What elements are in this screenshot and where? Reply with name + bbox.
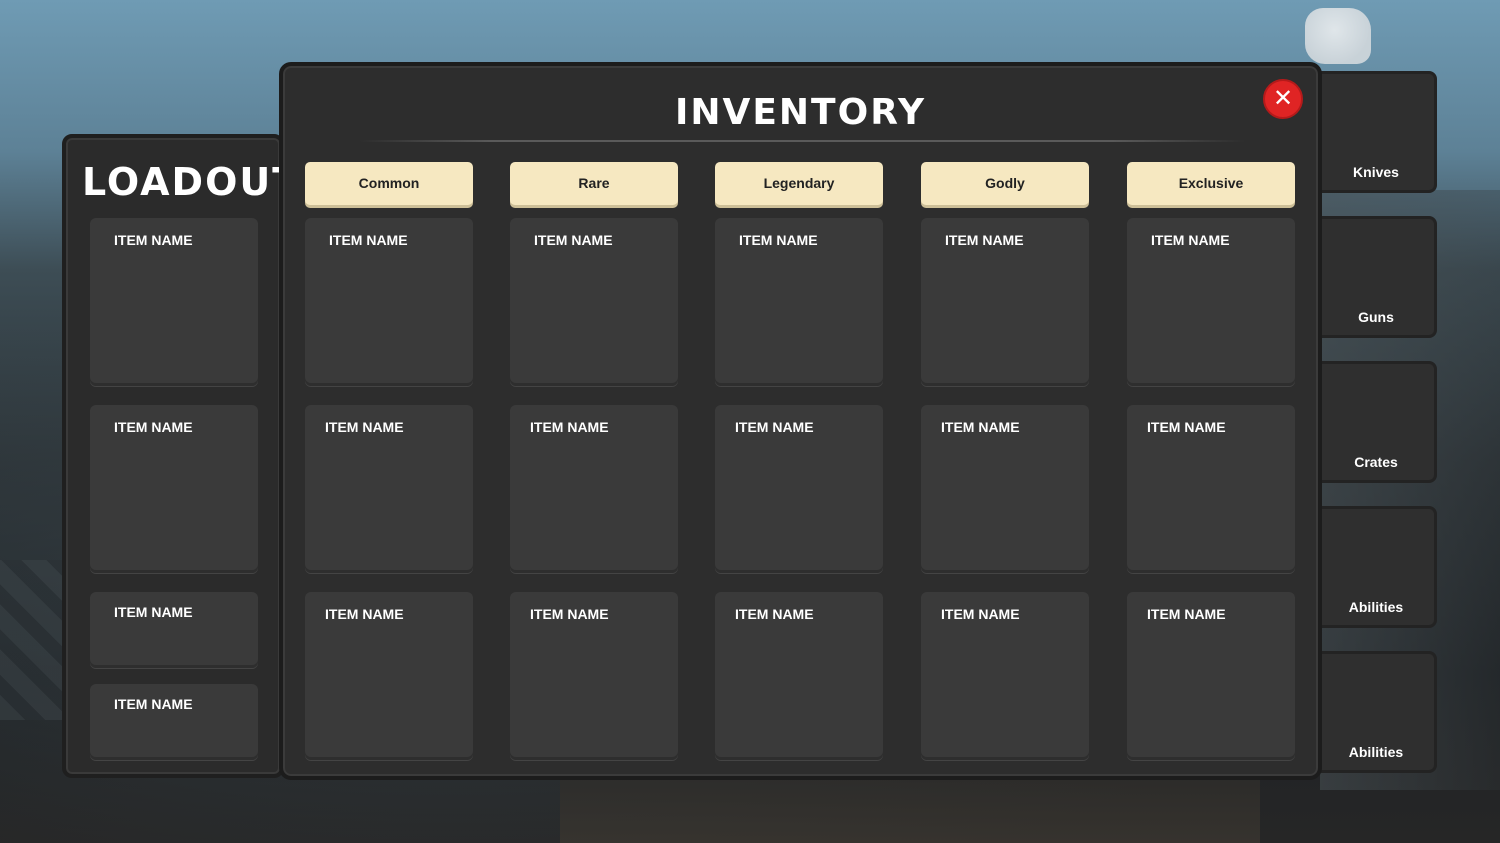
item-name: ITEM NAME: [325, 419, 404, 435]
inventory-item[interactable]: ITEM NAME: [921, 592, 1089, 760]
item-name: ITEM NAME: [735, 606, 814, 622]
category-abilities[interactable]: Abilities: [1320, 506, 1437, 628]
category-guns[interactable]: Guns: [1320, 216, 1437, 338]
inventory-item[interactable]: ITEM NAME: [510, 405, 678, 573]
item-name: ITEM NAME: [945, 232, 1024, 248]
item-name: ITEM NAME: [941, 419, 1020, 435]
inventory-item[interactable]: ITEM NAME: [305, 592, 473, 760]
inventory-item[interactable]: ITEM NAME: [715, 405, 883, 573]
item-name: ITEM NAME: [114, 232, 193, 248]
close-icon[interactable]: ✕: [1263, 79, 1303, 119]
inventory-item[interactable]: ITEM NAME: [921, 218, 1089, 386]
item-name: ITEM NAME: [114, 419, 193, 435]
loadout-slot[interactable]: ITEM NAME: [90, 218, 258, 386]
inventory-item[interactable]: ITEM NAME: [921, 405, 1089, 573]
category-knives[interactable]: Knives: [1320, 71, 1437, 193]
background-cube: [1305, 8, 1371, 64]
category-label: Guns: [1358, 309, 1394, 325]
category-abilities-2[interactable]: Abilities: [1320, 651, 1437, 773]
background-floor: [560, 770, 1260, 843]
item-name: ITEM NAME: [941, 606, 1020, 622]
item-name: ITEM NAME: [1151, 232, 1230, 248]
inventory-panel: INVENTORY ✕ Common Rare Legendary Godly …: [279, 62, 1322, 780]
item-name: ITEM NAME: [1147, 419, 1226, 435]
loadout-title: LOADOUT: [82, 160, 301, 204]
inventory-title: INVENTORY: [674, 92, 927, 133]
item-name: ITEM NAME: [114, 604, 193, 620]
loadout-slot[interactable]: ITEM NAME: [90, 592, 258, 668]
inventory-item[interactable]: ITEM NAME: [1127, 592, 1295, 760]
tab-common[interactable]: Common: [305, 162, 473, 205]
loadout-slot[interactable]: ITEM NAME: [90, 684, 258, 760]
loadout-slot[interactable]: ITEM NAME: [90, 405, 258, 573]
loadout-panel: LOADOUT ITEM NAME ITEM NAME ITEM NAME IT…: [62, 134, 298, 778]
category-label: Abilities: [1348, 599, 1404, 615]
item-name: ITEM NAME: [530, 606, 609, 622]
item-name: ITEM NAME: [325, 606, 404, 622]
tab-godly[interactable]: Godly: [921, 162, 1089, 205]
category-label: Crates: [1354, 454, 1398, 470]
inventory-item[interactable]: ITEM NAME: [715, 592, 883, 760]
inventory-item[interactable]: ITEM NAME: [305, 405, 473, 573]
item-name: ITEM NAME: [739, 232, 818, 248]
item-name: ITEM NAME: [735, 419, 814, 435]
category-label: Knives: [1353, 164, 1399, 180]
tab-rare[interactable]: Rare: [510, 162, 678, 205]
category-crates[interactable]: Crates: [1320, 361, 1437, 483]
tab-legendary[interactable]: Legendary: [715, 162, 883, 205]
inventory-item[interactable]: ITEM NAME: [305, 218, 473, 386]
inventory-item[interactable]: ITEM NAME: [510, 592, 678, 760]
category-label: Abilities: [1348, 744, 1404, 760]
inventory-item[interactable]: ITEM NAME: [715, 218, 883, 386]
item-name: ITEM NAME: [534, 232, 613, 248]
item-name: ITEM NAME: [114, 696, 193, 712]
item-name: ITEM NAME: [329, 232, 408, 248]
item-name: ITEM NAME: [1147, 606, 1226, 622]
tab-exclusive[interactable]: Exclusive: [1127, 162, 1295, 205]
inventory-item[interactable]: ITEM NAME: [1127, 218, 1295, 386]
inventory-item[interactable]: ITEM NAME: [510, 218, 678, 386]
item-name: ITEM NAME: [530, 419, 609, 435]
title-divider: [359, 140, 1245, 142]
inventory-item[interactable]: ITEM NAME: [1127, 405, 1295, 573]
